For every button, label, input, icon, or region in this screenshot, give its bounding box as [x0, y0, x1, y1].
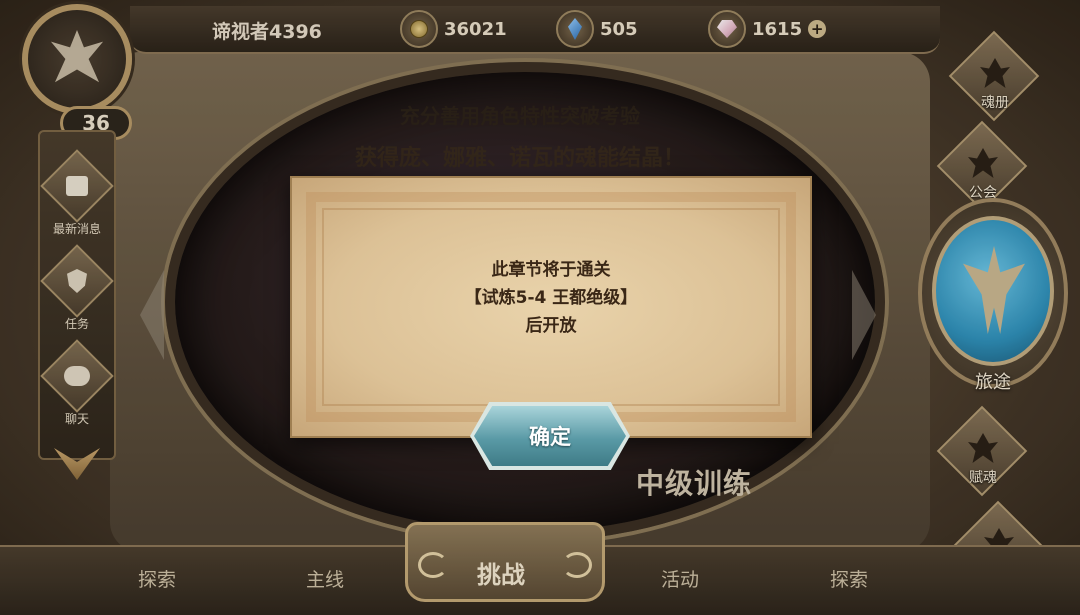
game-screen: 充分善用角色特性突破考验 获得庞、娜雅、诺瓦的魂能结晶！ 中级训练 谛视者439…	[0, 0, 1080, 615]
dialog-line-1: 此章节将于通关	[491, 260, 611, 280]
dialog-message: 此章节将于通关 【试炼5-4 王都绝级】 后开放	[290, 256, 812, 340]
confirm-button[interactable]: 确定	[474, 406, 626, 466]
dialog-line-3: 后开放	[525, 316, 577, 336]
dialog-line-2: 【试炼5-4 王都绝级】	[464, 288, 638, 308]
